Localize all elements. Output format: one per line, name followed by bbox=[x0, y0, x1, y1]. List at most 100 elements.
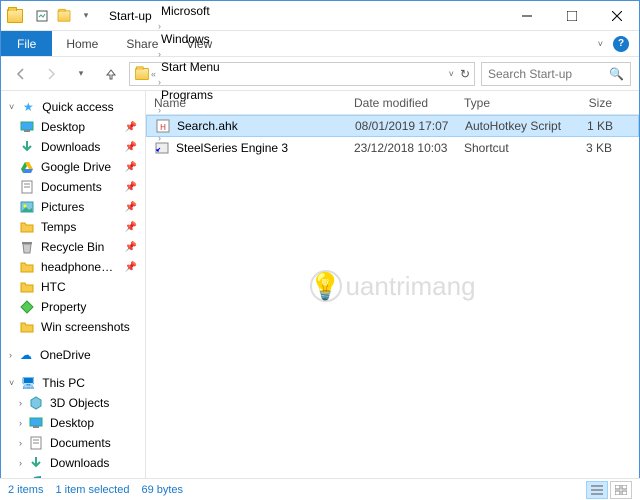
desktop-icon bbox=[28, 415, 44, 431]
file-date: 08/01/2019 17:07 bbox=[347, 119, 457, 133]
documents-icon bbox=[28, 435, 44, 451]
ribbon-collapse-icon[interactable]: ˅ bbox=[598, 39, 603, 49]
close-button[interactable] bbox=[594, 1, 639, 31]
sidebar-item-win-screenshots[interactable]: Win screenshots bbox=[1, 317, 145, 337]
chevron-right-icon: › bbox=[9, 350, 12, 360]
titlebar: ▾ Start-up bbox=[1, 1, 639, 31]
column-header: Name Date modified Type Size bbox=[146, 91, 639, 115]
column-name[interactable]: Name bbox=[146, 96, 346, 110]
chevron-right-icon: › bbox=[19, 458, 22, 468]
sidebar-item-headphones-not[interactable]: headphones not📌 bbox=[1, 257, 145, 277]
forward-button[interactable] bbox=[39, 62, 63, 86]
search-input[interactable] bbox=[488, 67, 609, 81]
pin-icon: 📌 bbox=[125, 202, 137, 213]
file-row-steelseries-engine-3[interactable]: SteelSeries Engine 3 23/12/2018 10:03Shor… bbox=[146, 137, 639, 159]
pin-icon: 📌 bbox=[125, 162, 137, 173]
sidebar-item-documents[interactable]: Documents📌 bbox=[1, 177, 145, 197]
bulb-icon: 💡 bbox=[309, 270, 341, 302]
cloud-icon: ☁ bbox=[18, 347, 34, 363]
file-size: 1 KB bbox=[567, 119, 622, 133]
shortcut-icon bbox=[154, 140, 170, 156]
sidebar-pc-3d-objects[interactable]: ›3D Objects bbox=[1, 393, 145, 413]
sidebar-this-pc[interactable]: ˅ 🖥 This PC bbox=[1, 373, 145, 393]
chevron-down-icon: ˅ bbox=[9, 102, 14, 112]
file-name: SteelSeries Engine 3 bbox=[176, 141, 288, 155]
sidebar-onedrive[interactable]: › ☁ OneDrive bbox=[1, 345, 145, 365]
chevron-right-icon: › bbox=[19, 418, 22, 428]
column-date[interactable]: Date modified bbox=[346, 96, 456, 110]
sidebar-item-desktop[interactable]: Desktop📌 bbox=[1, 117, 145, 137]
folder-icon bbox=[19, 259, 35, 275]
file-type: AutoHotkey Script bbox=[457, 119, 567, 133]
file-size: 3 KB bbox=[566, 141, 621, 155]
breadcrumb-start-menu[interactable]: Start Menu bbox=[157, 60, 224, 74]
ahk-icon: H bbox=[155, 118, 171, 134]
status-count: 2 items bbox=[8, 484, 43, 496]
qat-dropdown-icon[interactable]: ▾ bbox=[77, 7, 95, 25]
sidebar-item-pictures[interactable]: Pictures📌 bbox=[1, 197, 145, 217]
minimize-button[interactable] bbox=[504, 1, 549, 31]
help-icon[interactable]: ? bbox=[613, 36, 629, 52]
sidebar-item-recycle-bin[interactable]: Recycle Bin📌 bbox=[1, 237, 145, 257]
pin-icon: 📌 bbox=[125, 182, 137, 193]
pin-icon: 📌 bbox=[125, 222, 137, 233]
svg-text:H: H bbox=[160, 123, 166, 132]
sidebar-pc-documents[interactable]: ›Documents bbox=[1, 433, 145, 453]
back-button[interactable] bbox=[9, 62, 33, 86]
downloads-icon bbox=[19, 139, 35, 155]
chevron-right-icon: › bbox=[157, 77, 162, 87]
column-size[interactable]: Size bbox=[566, 96, 621, 110]
sidebar-pc-desktop[interactable]: ›Desktop bbox=[1, 413, 145, 433]
folder-icon bbox=[19, 219, 35, 235]
up-button[interactable] bbox=[99, 62, 123, 86]
column-type[interactable]: Type bbox=[456, 96, 566, 110]
view-details-button[interactable] bbox=[586, 481, 608, 499]
refresh-icon[interactable]: ↻ bbox=[460, 67, 470, 81]
sidebar-item-downloads[interactable]: Downloads📌 bbox=[1, 137, 145, 157]
gdrive-icon bbox=[19, 159, 35, 175]
downloads-icon bbox=[28, 455, 44, 471]
sidebar-item-temps[interactable]: Temps📌 bbox=[1, 217, 145, 237]
sidebar-item-property[interactable]: Property bbox=[1, 297, 145, 317]
sidebar-item-google-drive[interactable]: Google Drive📌 bbox=[1, 157, 145, 177]
pictures-icon bbox=[19, 199, 35, 215]
folder-icon bbox=[7, 8, 23, 24]
pin-icon: 📌 bbox=[125, 242, 137, 253]
status-selected: 1 item selected bbox=[55, 484, 129, 496]
pin-icon: 📌 bbox=[125, 262, 137, 273]
desktop-icon bbox=[19, 119, 35, 135]
maximize-button[interactable] bbox=[549, 1, 594, 31]
recent-dropdown[interactable]: ▾ bbox=[69, 62, 93, 86]
menubar: File Home Share View ˅ ? bbox=[1, 31, 639, 57]
file-tab[interactable]: File bbox=[1, 31, 52, 56]
sidebar-quick-access[interactable]: ˅ ★ Quick access bbox=[1, 97, 145, 117]
pc-icon: 🖥 bbox=[20, 375, 36, 391]
watermark: 💡 uantrimang bbox=[309, 270, 475, 302]
star-icon: ★ bbox=[20, 99, 36, 115]
folder-icon bbox=[134, 66, 150, 82]
recycle-icon bbox=[19, 239, 35, 255]
qat-properties-icon[interactable] bbox=[33, 7, 51, 25]
sidebar-pc-downloads[interactable]: ›Downloads bbox=[1, 453, 145, 473]
file-type: Shortcut bbox=[456, 141, 566, 155]
property-icon bbox=[19, 299, 35, 315]
qat-newfolder-icon[interactable] bbox=[55, 7, 73, 25]
folder-icon bbox=[19, 319, 35, 335]
content-area: Name Date modified Type Size HSearch.ahk… bbox=[146, 91, 639, 481]
chevron-down-icon: ˅ bbox=[9, 378, 14, 388]
file-row-search-ahk[interactable]: HSearch.ahk08/01/2019 17:07AutoHotkey Sc… bbox=[146, 115, 639, 137]
chevron-right-icon: › bbox=[157, 49, 162, 59]
folder-icon bbox=[19, 279, 35, 295]
documents-icon bbox=[19, 179, 35, 195]
home-tab[interactable]: Home bbox=[52, 31, 112, 56]
file-date: 23/12/2018 10:03 bbox=[346, 141, 456, 155]
addr-dropdown-icon[interactable]: ˅ bbox=[449, 69, 454, 79]
chevron-right-icon: › bbox=[19, 398, 22, 408]
breadcrumb-windows[interactable]: Windows bbox=[157, 32, 224, 46]
view-large-button[interactable] bbox=[610, 481, 632, 499]
search-box[interactable]: 🔍 bbox=[481, 62, 631, 86]
address-row: ▾ « Microsoft›Windows›Start Menu›Program… bbox=[1, 57, 639, 91]
sidebar-item-htc[interactable]: HTC bbox=[1, 277, 145, 297]
address-bar[interactable]: « Microsoft›Windows›Start Menu›Programs›… bbox=[129, 62, 475, 86]
breadcrumb-microsoft[interactable]: Microsoft bbox=[157, 4, 224, 18]
